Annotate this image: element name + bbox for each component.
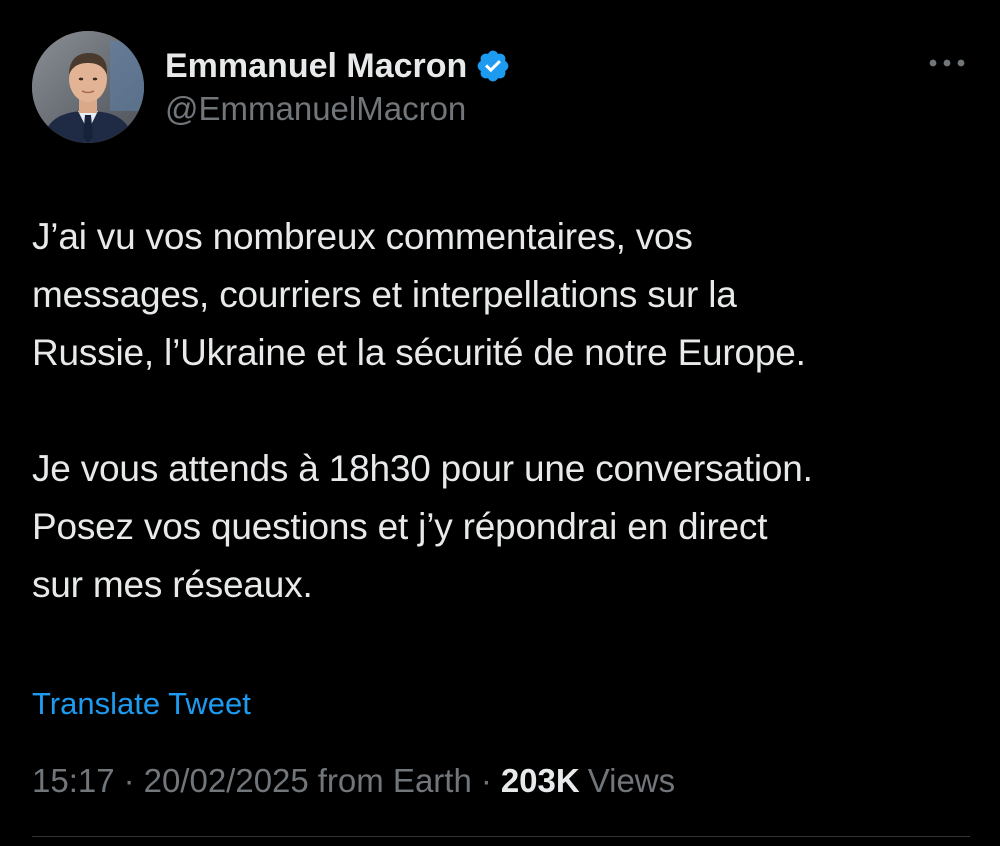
author-display-name[interactable]: Emmanuel Macron — [165, 47, 467, 86]
meta-separator: · — [123, 762, 135, 799]
tweet-card: Emmanuel Macron @EmmanuelMacron J’ai vu … — [0, 0, 1000, 846]
meta-separator: · — [480, 762, 492, 799]
more-options-icon[interactable] — [924, 48, 970, 78]
tweet-date[interactable]: 20/02/2025 — [144, 762, 309, 800]
tweet-time[interactable]: 15:17 — [32, 762, 115, 800]
divider — [32, 836, 970, 837]
tweet-paragraph: J’ai vu vos nombreux commentaires, vos m… — [32, 216, 806, 373]
tweet-source: from Earth — [317, 762, 472, 799]
author-name-row: Emmanuel Macron — [165, 44, 511, 88]
translate-tweet-link[interactable]: Translate Tweet — [32, 686, 251, 722]
tweet-text: J’ai vu vos nombreux commentaires, vos m… — [32, 208, 972, 614]
author-handle[interactable]: @EmmanuelMacron — [165, 90, 466, 128]
author-avatar[interactable] — [32, 31, 144, 143]
tweet-metadata: 15:17 · 20/02/2025 from Earth · 203K Vie… — [32, 762, 675, 800]
verified-badge-icon[interactable] — [475, 48, 511, 84]
views-label: Views — [587, 762, 676, 799]
tweet-paragraph: Je vous attends à 18h30 pour une convers… — [32, 448, 813, 605]
views-count[interactable]: 203K — [501, 762, 580, 800]
avatar-photo — [32, 31, 144, 143]
